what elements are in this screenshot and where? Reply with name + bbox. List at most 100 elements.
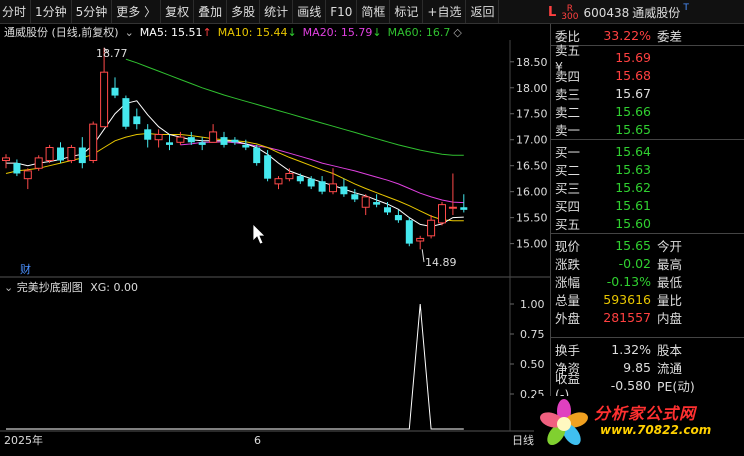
weibi-row-extra: 委差 (657, 28, 683, 44)
sell-level-5[interactable]: 卖五 ¥15.69 (555, 43, 741, 74)
fin-row[interactable]: 换手 1.32% 股本 (555, 340, 741, 358)
candle[interactable] (198, 137, 206, 151)
fin-row[interactable]: 收益(-) -0.580 PE(动) (555, 371, 741, 402)
buy-level-3-label: 买三 (555, 180, 581, 196)
stat-row[interactable]: 外盘 281557 内盘 (555, 308, 741, 326)
buy-level-2[interactable]: 买二 15.63 (555, 160, 741, 178)
stat-row[interactable]: 涨幅 -0.13% 最低 (555, 272, 741, 290)
candle[interactable] (427, 215, 436, 239)
weibi-row-value: 33.22% (603, 27, 651, 43)
candle[interactable] (34, 155, 43, 171)
candle[interactable] (296, 173, 304, 184)
low-annotation: 14.89 (425, 256, 457, 269)
stat-row-label: 涨幅 (555, 274, 581, 290)
candle[interactable] (416, 235, 425, 250)
candle[interactable] (361, 194, 370, 216)
candle[interactable] (274, 176, 283, 190)
candle[interactable] (45, 144, 54, 164)
logo-url: www.70822.com (600, 423, 712, 437)
fin-row-value: 1.32% (611, 341, 651, 357)
cai-marker[interactable]: 财 (20, 262, 31, 276)
ytick-label: 18.50 (516, 56, 548, 69)
panel-separator (551, 139, 744, 140)
sell-level-3-label: 卖三 (555, 86, 581, 102)
candle[interactable] (318, 176, 326, 195)
candle[interactable] (111, 77, 119, 99)
t-mark[interactable]: T (683, 3, 689, 13)
stat-row-label: 现价 (555, 238, 581, 254)
stat-row-value: 15.65 (615, 237, 651, 253)
candle[interactable] (351, 189, 359, 203)
candle[interactable] (405, 217, 413, 247)
buy-level-1-value: 15.64 (615, 143, 651, 159)
sell-level-2[interactable]: 卖二 15.66 (555, 102, 741, 120)
ytick-label: 17.50 (516, 108, 548, 121)
candle[interactable] (166, 134, 173, 151)
candle[interactable] (2, 154, 10, 169)
stat-row-value: 281557 (603, 309, 651, 325)
stat-row-extra: 量比 (657, 292, 683, 308)
candle[interactable] (67, 144, 76, 164)
buy-level-3-value: 15.62 (615, 179, 651, 195)
candle[interactable] (57, 142, 64, 164)
candle[interactable] (89, 121, 98, 164)
candle[interactable] (460, 194, 468, 213)
ytick-label: 18.00 (516, 82, 548, 95)
candle[interactable] (448, 173, 457, 216)
stat-row-extra: 最高 (657, 256, 683, 272)
buy-level-3[interactable]: 买三 15.62 (555, 178, 741, 196)
sub-settings-icon[interactable]: ⌄ (4, 281, 13, 294)
buy-level-1[interactable]: 买一 15.64 (555, 142, 741, 160)
stat-row[interactable]: 涨跌 -0.02 最高 (555, 254, 741, 272)
candle[interactable] (231, 137, 239, 145)
candle[interactable] (23, 168, 32, 190)
stat-row[interactable]: 总量 593616 量比 (555, 290, 741, 308)
sell-level-3[interactable]: 卖三 15.67 (555, 84, 741, 102)
stat-row-value: -0.02 (618, 255, 651, 271)
candle[interactable] (133, 108, 141, 130)
sell-level-4[interactable]: 卖四 15.68 (555, 66, 741, 84)
sell-level-1[interactable]: 卖一 15.65 (555, 120, 741, 138)
stat-row-value: -0.13% (606, 273, 651, 289)
candle[interactable] (122, 95, 130, 130)
candle[interactable] (384, 202, 391, 216)
stat-row-extra: 内盘 (657, 310, 683, 326)
stat-row[interactable]: 现价 15.65 今开 (555, 236, 741, 254)
sell-level-3-value: 15.67 (615, 85, 651, 101)
mouse-cursor-icon (252, 223, 266, 245)
buy-level-1-label: 买一 (555, 144, 581, 160)
candle[interactable] (438, 202, 446, 226)
ytick-label: 16.00 (516, 186, 548, 199)
fin-row-extra: PE(动) (657, 378, 695, 394)
candle[interactable] (340, 178, 348, 197)
candle[interactable] (154, 129, 163, 148)
r-badge: R 300 (561, 3, 579, 22)
panel-separator (551, 233, 744, 234)
xaxis-month-label: 6 (254, 434, 261, 447)
stat-row-label: 总量 (555, 292, 581, 308)
fin-row-extra: 股本 (657, 342, 683, 358)
candle[interactable] (78, 137, 86, 169)
buy-level-5[interactable]: 买五 15.60 (555, 214, 741, 232)
candle[interactable] (285, 168, 294, 182)
buy-level-2-value: 15.63 (615, 161, 651, 177)
kline-chart[interactable]: 18.50 18.00 17.50 17.00 16.50 16.00 15.50 15.00… (0, 0, 550, 453)
sell-level-5-value: 15.69 (615, 49, 651, 65)
sub-ytick-label: 1.00 (520, 298, 545, 311)
candle[interactable] (209, 124, 218, 143)
candle[interactable] (13, 159, 21, 177)
sell-level-2-label: 卖二 (555, 104, 581, 120)
candle[interactable] (187, 131, 195, 145)
candle[interactable] (176, 131, 185, 145)
quote-panel: 委比 33.22% 委差 卖五 ¥15.69 卖四 15.68 卖三 15.67 卖二 15.66… (550, 24, 744, 453)
stat-row-value: 593616 (603, 291, 651, 307)
ytick-label: 17.00 (516, 134, 548, 147)
xaxis-year-label: 2025年 (4, 433, 43, 447)
fin-row-value: -0.580 (610, 377, 651, 393)
candle[interactable] (144, 124, 152, 148)
candle[interactable] (220, 131, 228, 148)
candle[interactable] (264, 150, 272, 182)
sell-level-2-value: 15.66 (615, 103, 651, 119)
candle[interactable] (253, 144, 261, 166)
buy-level-4[interactable]: 买四 15.61 (555, 196, 741, 214)
